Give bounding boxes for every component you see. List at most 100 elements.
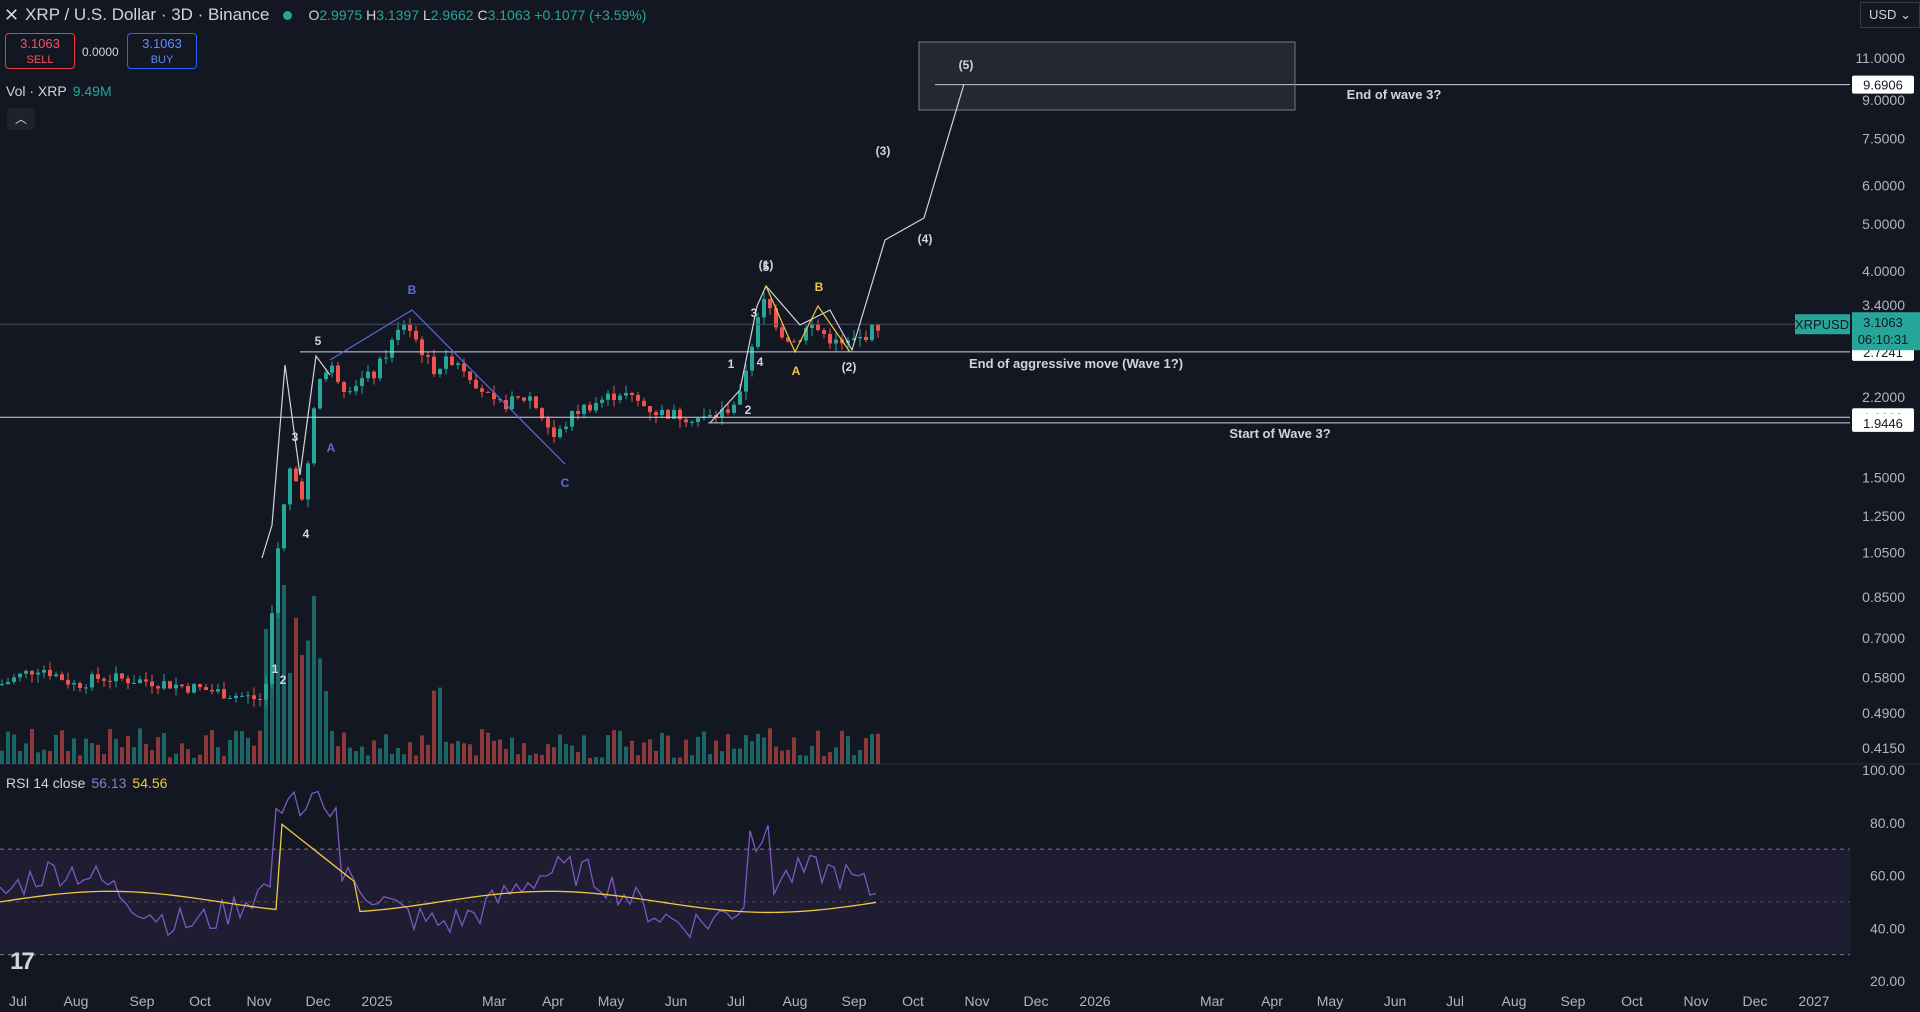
volume-bar <box>732 748 736 764</box>
volume-bar <box>432 690 436 764</box>
volume-bar <box>876 733 880 764</box>
candle-body <box>618 395 622 400</box>
wave-label: (1) <box>759 258 774 272</box>
rsi-tick-label: 60.00 <box>1870 868 1905 884</box>
price-tick-label: 1.2500 <box>1862 508 1905 524</box>
volume-bar <box>504 749 508 764</box>
currency-select[interactable]: USD ⌄ <box>1860 2 1920 28</box>
volume-bar <box>426 744 430 764</box>
volume-bar <box>342 732 346 764</box>
candle-body <box>222 689 226 699</box>
candle-body <box>180 684 184 687</box>
candle-body <box>636 394 640 401</box>
volume-bar <box>474 755 478 764</box>
volume-bar <box>354 751 358 764</box>
level-note: End of aggressive move (Wave 1?) <box>969 356 1183 371</box>
volume-bar <box>30 728 34 764</box>
wave-label: (5) <box>959 58 974 72</box>
candle-body <box>432 356 436 375</box>
wave-label: B <box>815 280 824 294</box>
buy-button[interactable]: 3.1063 BUY <box>127 33 197 69</box>
volume-bar <box>210 730 214 764</box>
last-price-value: 3.1063 <box>1863 315 1903 330</box>
volume-bar <box>264 629 268 764</box>
wave-label: A <box>792 364 801 378</box>
volume-bar <box>18 750 22 764</box>
volume-bar <box>174 753 178 764</box>
time-axis-label: Sep <box>842 993 867 1009</box>
volume-bar <box>132 747 136 764</box>
candle-body <box>198 684 202 688</box>
candle-body <box>12 677 16 682</box>
candle-body <box>252 695 256 699</box>
volume-bar <box>114 738 118 764</box>
candle-body <box>48 669 52 677</box>
volume-bar <box>486 732 490 764</box>
volume-bar <box>576 751 580 764</box>
volume-bar <box>612 730 616 764</box>
volume-bar <box>660 732 664 764</box>
volume-legend[interactable]: Vol · XRP 9.49M <box>6 83 112 99</box>
candle-body <box>600 399 604 403</box>
volume-bar <box>654 750 658 764</box>
time-axis-label: Jul <box>1446 993 1464 1009</box>
candle-body <box>648 406 652 413</box>
price-tick-label: 9.0000 <box>1862 92 1905 108</box>
volume-bar <box>60 730 64 764</box>
volume-bar <box>606 735 610 764</box>
volume-bar <box>312 596 316 764</box>
candle-body <box>870 324 874 341</box>
collapse-indicators-button[interactable]: ︿ <box>7 108 35 130</box>
rsi-legend[interactable]: RSI 14 close 56.13 54.56 <box>6 775 167 791</box>
wave-label: 4 <box>757 355 764 369</box>
candle-body <box>582 404 586 414</box>
symbol-title[interactable]: XRP / U.S. Dollar · 3D · Binance <box>25 5 269 25</box>
candle-body <box>678 409 682 420</box>
sell-button[interactable]: 3.1063 SELL <box>5 33 75 69</box>
candle-body <box>780 327 784 338</box>
candle-body <box>102 678 106 681</box>
volume-bar <box>750 741 754 764</box>
volume-bar <box>522 743 526 764</box>
candle-body <box>408 324 412 331</box>
time-axis-label: Mar <box>1200 993 1224 1009</box>
candle-body <box>606 393 610 400</box>
candle-body <box>168 681 172 689</box>
volume-bar <box>804 755 808 764</box>
volume-bar <box>726 734 730 764</box>
close-icon[interactable]: ✕ <box>4 5 19 26</box>
volume-bar <box>870 734 874 764</box>
candle-body <box>594 402 598 411</box>
volume-bar <box>414 755 418 764</box>
volume-bar <box>768 728 772 764</box>
time-axis-label: Aug <box>783 993 808 1009</box>
volume-bar <box>624 746 628 764</box>
wave-label: 4 <box>303 527 310 541</box>
time-axis-label: Jun <box>1384 993 1407 1009</box>
candle-body <box>282 504 286 549</box>
volume-bar <box>678 757 682 764</box>
chart-header: ✕ XRP / U.S. Dollar · 3D · Binance O2.99… <box>4 4 646 26</box>
volume-bar <box>168 757 172 764</box>
candle-body <box>438 368 442 375</box>
volume-bar <box>546 744 550 764</box>
candle-body <box>186 686 190 693</box>
volume-bar <box>186 749 190 764</box>
volume-bar <box>42 749 46 764</box>
candle-body <box>450 356 454 365</box>
volume-bar <box>192 757 196 764</box>
candle-body <box>654 412 658 416</box>
volume-bar <box>90 743 94 764</box>
volume-bar <box>378 748 382 764</box>
wave-label: 3 <box>751 306 758 320</box>
volume-bar <box>846 736 850 764</box>
candle-body <box>552 427 556 438</box>
price-tick-label: 0.4150 <box>1862 740 1905 756</box>
price-chart[interactable]: 11.0000 9.0000 7.5000 6.0000 5.0000 4.0000 3.4… <box>0 0 1920 1012</box>
time-axis-label: Apr <box>1261 993 1283 1009</box>
volume-bar <box>462 743 466 764</box>
candle-body <box>84 687 88 689</box>
wave-label: 3 <box>292 430 299 444</box>
candle-body <box>762 298 766 318</box>
volume-bar <box>798 755 802 764</box>
